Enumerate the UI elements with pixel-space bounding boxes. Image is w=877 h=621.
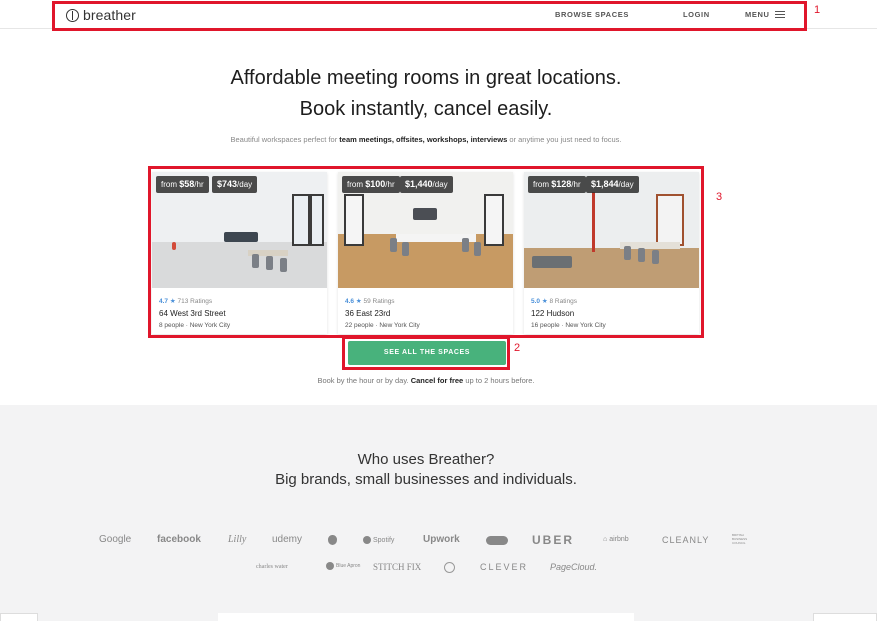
round-badge-logo bbox=[444, 562, 455, 573]
space-card[interactable]: from $100/hr $1,440/day 4.6 ★ 59 Ratings… bbox=[338, 172, 513, 334]
hero-subtitle-bold: team meetings, offsites, workshops, inte… bbox=[339, 135, 508, 144]
browse-spaces-link[interactable]: BROWSE SPACES bbox=[555, 10, 629, 19]
hero-title-line2: Book instantly, cancel easily. bbox=[299, 98, 553, 120]
who-title-line1: Who uses Breather? bbox=[357, 451, 495, 468]
annotation-label-2: 2 bbox=[514, 342, 521, 354]
hero-subtitle-suffix: or anytime you just need to focus. bbox=[509, 135, 622, 144]
menu-button[interactable]: MENU bbox=[745, 10, 786, 19]
space-name[interactable]: 64 West 3rd Street bbox=[159, 309, 226, 318]
space-photo[interactable]: from $100/hr $1,440/day bbox=[338, 172, 513, 288]
ratings-count: 8 Ratings bbox=[549, 298, 577, 305]
apple-logo bbox=[328, 535, 337, 545]
google-logo: Google bbox=[99, 534, 132, 545]
rating-score: 4.7 ★ bbox=[159, 298, 176, 305]
uber-logo: UBER bbox=[532, 533, 575, 547]
price-per-day: $1,844/day bbox=[586, 176, 639, 193]
cleanly-logo: CLEANLY bbox=[662, 535, 710, 545]
booking-note-prefix: Book by the hour or by day. bbox=[317, 376, 409, 385]
space-photo[interactable]: from $58/hr $743/day bbox=[152, 172, 327, 288]
ratings-count: 713 Ratings bbox=[177, 298, 213, 305]
booking-note-bold: Cancel for free bbox=[410, 376, 464, 385]
card-rating: 5.0 ★ 8 Ratings bbox=[531, 297, 577, 305]
space-name[interactable]: 36 East 23rd bbox=[345, 309, 390, 318]
spotify-icon bbox=[363, 536, 371, 544]
ratings-count: 59 Ratings bbox=[363, 298, 395, 305]
charles-water-logo: charles water bbox=[256, 564, 288, 570]
hero-title-line1: Affordable meeting rooms in great locati… bbox=[230, 67, 622, 89]
clever-logo: CLEVER bbox=[480, 562, 529, 572]
price-per-day: $743/day bbox=[212, 176, 258, 193]
spotify-logo: Spotify bbox=[363, 536, 394, 544]
brand-badge-icon bbox=[486, 536, 508, 545]
space-meta: 16 people · New York City bbox=[531, 322, 606, 329]
price-per-day: $1,440/day bbox=[400, 176, 453, 193]
airbnb-icon: ⌂ bbox=[603, 536, 608, 543]
blue-apron-icon bbox=[326, 562, 334, 570]
price-per-hour: from $58/hr bbox=[156, 176, 209, 193]
space-card[interactable]: from $128/hr $1,844/day 5.0 ★ 8 Ratings … bbox=[524, 172, 699, 334]
price-per-hour: from $100/hr bbox=[342, 176, 400, 193]
menu-label: MENU bbox=[745, 10, 770, 19]
lilly-logo: Lilly bbox=[228, 534, 247, 545]
login-link[interactable]: LOGIN bbox=[683, 10, 710, 19]
space-card[interactable]: from $58/hr $743/day 4.7 ★ 713 Ratings 6… bbox=[152, 172, 327, 334]
logo-text: breather bbox=[83, 7, 136, 23]
udemy-logo: udemy bbox=[272, 534, 303, 545]
booking-note: Book by the hour or by day. Cancel for f… bbox=[0, 376, 852, 385]
rating-score: 5.0 ★ bbox=[531, 298, 548, 305]
breather-logo-icon bbox=[66, 8, 79, 22]
airbnb-logo: ⌂ airbnb bbox=[603, 536, 629, 543]
space-meta: 22 people · New York City bbox=[345, 322, 420, 329]
stitch-fix-logo: STITCH FIX bbox=[373, 562, 422, 572]
who-uses-section: Who uses Breather? Big brands, small bus… bbox=[0, 405, 877, 621]
space-name[interactable]: 122 Hudson bbox=[531, 309, 574, 318]
facebook-logo: facebook bbox=[157, 534, 201, 545]
testimonial-panel-top bbox=[218, 613, 634, 621]
blue-apron-logo: Blue Apron bbox=[326, 562, 360, 570]
apple-icon bbox=[328, 535, 337, 545]
carousel-prev-edge[interactable] bbox=[0, 613, 38, 621]
space-meta: 8 people · New York City bbox=[159, 322, 231, 329]
breather-logo[interactable]: breather bbox=[66, 7, 136, 23]
hero-subtitle: Beautiful workspaces perfect for team me… bbox=[0, 135, 852, 144]
rating-score: 4.6 ★ bbox=[345, 298, 362, 305]
pagecloud-logo: PageCloud. bbox=[550, 562, 598, 572]
booking-note-suffix: up to 2 hours before. bbox=[465, 376, 535, 385]
carousel-next-edge[interactable] bbox=[813, 613, 877, 621]
top-navbar: breather BROWSE SPACES LOGIN MENU bbox=[0, 0, 877, 29]
who-title-line2: Big brands, small businesses and individ… bbox=[275, 471, 577, 488]
see-all-spaces-button[interactable]: SEE ALL THE SPACES bbox=[348, 341, 506, 365]
badge-icon bbox=[444, 562, 455, 573]
annotation-label-3: 3 bbox=[716, 191, 723, 203]
hero-subtitle-prefix: Beautiful workspaces perfect for bbox=[230, 135, 338, 144]
price-per-hour: from $128/hr bbox=[528, 176, 586, 193]
card-rating: 4.6 ★ 59 Ratings bbox=[345, 297, 395, 305]
annotation-label-1: 1 bbox=[814, 4, 821, 16]
hamburger-icon bbox=[775, 11, 786, 18]
card-rating: 4.7 ★ 713 Ratings bbox=[159, 297, 212, 305]
business-council-logo: BRITISH BUSINESS COUNCIL bbox=[732, 533, 748, 545]
vimeo-logo bbox=[486, 536, 508, 545]
space-photo[interactable]: from $128/hr $1,844/day bbox=[524, 172, 699, 288]
upwork-logo: Upwork bbox=[423, 534, 460, 545]
